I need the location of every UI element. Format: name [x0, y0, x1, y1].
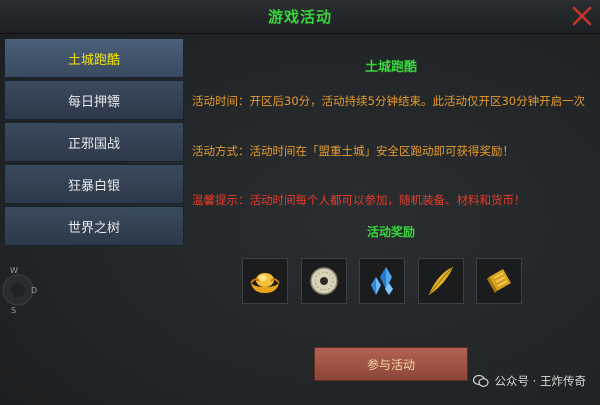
reward-list [242, 258, 535, 304]
jade-coin-icon [309, 267, 338, 295]
event-method-text: 活动方式：活动时间在「盟重土城」安全区跑动即可获得奖励！ [192, 144, 514, 158]
sidebar-item-nation-war[interactable]: 正邪国战 [4, 122, 184, 162]
blue-crystal-icon [371, 267, 393, 295]
close-icon [572, 6, 592, 26]
sidebar-item-parkour[interactable]: 土城跑酷 [4, 38, 184, 78]
virtual-joystick[interactable]: W D S [2, 262, 46, 318]
wechat-logo-icon [472, 374, 489, 387]
golden-feather-icon [428, 266, 453, 296]
joystick-letter-d: D [31, 286, 38, 295]
reward-title: 活动奖励 [366, 225, 415, 239]
reward-slot[interactable] [242, 258, 288, 304]
close-button[interactable] [570, 4, 594, 28]
reward-slot[interactable] [359, 258, 405, 304]
title-bar: 游戏活动 [0, 0, 600, 34]
sidebar-item-label: 世界之树 [67, 220, 120, 236]
sidebar-item-label: 每日押镖 [67, 94, 120, 110]
sidebar-item-silver[interactable]: 狂暴白银 [4, 164, 184, 204]
watermark: 公众号 · 王炸传奇 [472, 373, 586, 389]
reward-slot[interactable] [476, 258, 522, 304]
sidebar-item-label: 土城跑酷 [67, 52, 120, 68]
watermark-text: 公众号 · 王炸传奇 [494, 374, 586, 388]
activity-window: 游戏活动 土城跑酷 每日押镖 正邪国战 狂暴白银 世界之树 W D S 土城跑酷… [0, 0, 600, 405]
join-activity-button[interactable]: 参与活动 [314, 347, 468, 381]
sidebar-item-label: 正邪国战 [67, 136, 120, 152]
activity-sidebar: 土城跑酷 每日押镖 正邪国战 狂暴白银 世界之树 [4, 38, 184, 248]
gold-scroll-icon [487, 269, 511, 293]
event-time-text: 活动时间：开区后30分，活动持续5分钟结束。此活动仅开区30分钟开启一次 [192, 94, 586, 108]
window-title: 游戏活动 [267, 8, 332, 26]
sidebar-item-world-tree[interactable]: 世界之树 [4, 206, 184, 246]
reward-slot[interactable] [417, 258, 464, 304]
gold-ingot-icon [250, 273, 280, 293]
sidebar-item-escort[interactable]: 每日押镖 [4, 80, 184, 120]
activity-detail-panel: 土城跑酷 活动时间：开区后30分，活动持续5分钟结束。此活动仅开区30分钟开启一… [186, 36, 596, 405]
joystick-letter-w: W [10, 266, 18, 275]
joystick-letter-s: S [11, 306, 17, 315]
join-activity-label: 参与活动 [366, 357, 415, 372]
event-tip-text: 温馨提示：活动时间每个人都可以参加，随机装备、材料和货币！ [192, 193, 526, 207]
sidebar-item-label: 狂暴白银 [67, 178, 120, 194]
joystick-ring-icon [2, 274, 34, 306]
reward-slot[interactable] [300, 258, 347, 304]
event-title: 土城跑酷 [364, 60, 417, 75]
